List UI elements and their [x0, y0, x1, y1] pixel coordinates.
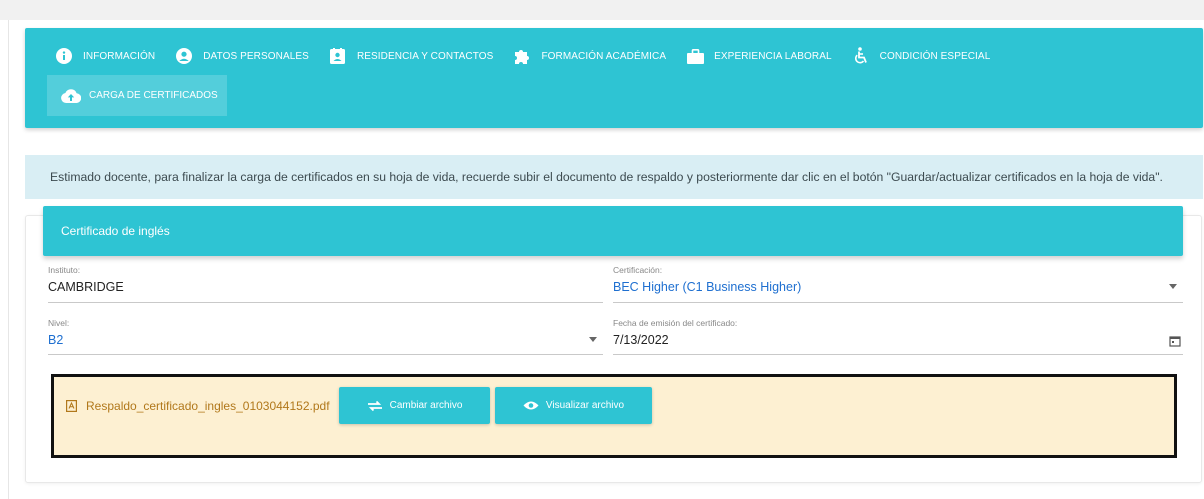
calendar-icon[interactable] — [1169, 334, 1181, 347]
tab-experiencia-laboral[interactable]: EXPERIENCIA LABORAL — [676, 28, 842, 84]
card-header: Certificado de inglés — [43, 206, 1183, 256]
certificacion-select[interactable]: Certificación: BEC Higher (C1 Business H… — [613, 265, 1183, 303]
tab-label: DATOS PERSONALES — [203, 50, 309, 62]
field-underline — [48, 302, 603, 303]
field-underline — [48, 354, 603, 355]
instituto-value: CAMBRIDGE — [48, 280, 124, 294]
pdf-file-icon — [66, 400, 78, 412]
tab-condicion-especial[interactable]: CONDICIÓN ESPECIAL — [842, 28, 1001, 84]
wheelchair-icon — [852, 47, 870, 65]
change-file-button[interactable]: Cambiar archivo — [339, 387, 490, 424]
file-name: Respaldo_certificado_ingles_0103044152.p… — [86, 399, 330, 413]
certificacion-value: BEC Higher (C1 Business Higher) — [613, 280, 802, 294]
top-strip — [0, 0, 1204, 20]
field-underline — [613, 302, 1183, 303]
info-alert: Estimado docente, para finalizar la carg… — [25, 155, 1203, 199]
tab-formacion-academica[interactable]: FORMACIÓN ACADÉMICA — [503, 28, 676, 84]
tab-label: EXPERIENCIA LABORAL — [714, 50, 832, 62]
certificacion-label: Certificación: — [613, 265, 663, 275]
change-file-label: Cambiar archivo — [389, 400, 463, 411]
file-upload-zone: Respaldo_certificado_ingles_0103044152.p… — [51, 374, 1177, 458]
file-name-link[interactable]: Respaldo_certificado_ingles_0103044152.p… — [66, 399, 330, 413]
fecha-field[interactable]: Fecha de emisión del certificado: 7/13/2… — [613, 318, 1183, 355]
instituto-field[interactable]: Instituto: CAMBRIDGE — [48, 265, 603, 303]
field-underline — [613, 354, 1183, 355]
info-circle-icon — [55, 47, 73, 65]
eye-icon — [523, 400, 539, 412]
briefcase-icon — [686, 47, 704, 65]
active-tab-label: CARGA DE CERTIFICADOS — [89, 90, 218, 101]
view-file-label: Visualizar archivo — [545, 400, 625, 411]
instituto-label: Instituto: — [48, 265, 81, 275]
tab-label: FORMACIÓN ACADÉMICA — [541, 50, 667, 62]
tab-label: INFORMACIÓN — [83, 50, 156, 62]
contact-card-icon — [329, 47, 347, 65]
view-file-button[interactable]: Visualizar archivo — [495, 387, 652, 424]
chevron-down-icon[interactable] — [1169, 284, 1177, 289]
tab-label: CONDICIÓN ESPECIAL — [879, 50, 991, 62]
fecha-label: Fecha de emisión del certificado: — [613, 318, 738, 328]
nivel-value: B2 — [48, 333, 64, 347]
alert-text: Estimado docente, para finalizar la carg… — [50, 170, 1163, 184]
left-border — [8, 20, 9, 499]
tab-label: RESIDENCIA Y CONTACTOS — [356, 50, 494, 62]
nivel-select[interactable]: Nivel: B2 — [48, 318, 603, 355]
card-title: Certificado de inglés — [61, 224, 170, 238]
user-circle-icon — [175, 47, 193, 65]
puzzle-icon — [513, 47, 531, 65]
tab-carga-certificados[interactable]: CARGA DE CERTIFICADOS — [47, 75, 227, 116]
nivel-label: Nivel: — [48, 318, 70, 328]
tab-residencia-contactos[interactable]: RESIDENCIA Y CONTACTOS — [319, 28, 504, 84]
fecha-value: 7/13/2022 — [613, 333, 669, 347]
swap-arrows-icon — [367, 400, 383, 412]
cloud-upload-icon — [61, 87, 81, 105]
chevron-down-icon[interactable] — [589, 337, 597, 342]
